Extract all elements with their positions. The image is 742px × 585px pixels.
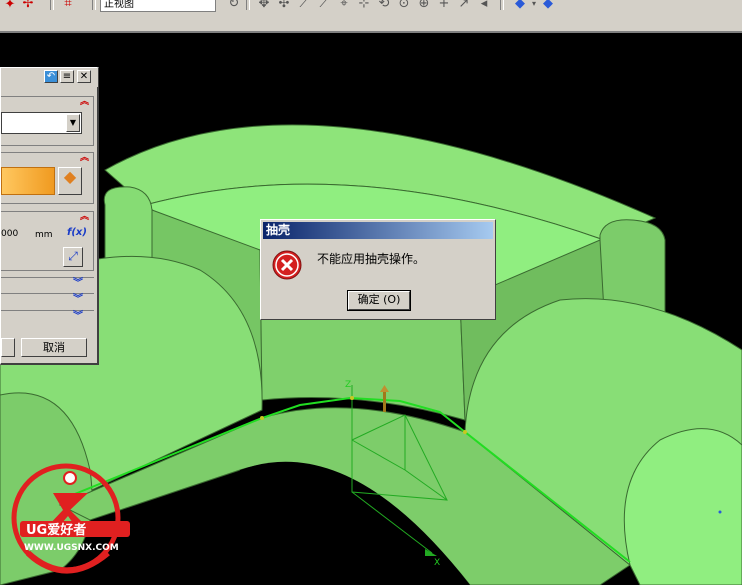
close-icon[interactable]: ✕ xyxy=(77,70,91,83)
z-axis-label: Z xyxy=(345,380,351,390)
watermark-url: WWW.UGSNX.COM xyxy=(24,543,119,553)
chevron-down-icon[interactable]: ▼ xyxy=(66,114,80,132)
ok-label: 确定 (O) xyxy=(348,291,410,310)
collapse-chevron-icon[interactable]: ︽ xyxy=(80,213,89,222)
arrow-icon[interactable]: ↗ xyxy=(456,0,472,12)
wire-cube-icon[interactable]: ◆ xyxy=(540,0,556,12)
shell-feature-panel: ↶ ≡ ✕ ︽ ▼ ︽ ◆ ︽ 000 mm f(x) ⤢ ︾ ︾ ︾ 取消 xyxy=(0,67,99,365)
snap-icon[interactable]: ✥ xyxy=(256,0,272,12)
view-orientation-combo[interactable]: 正视图 xyxy=(100,0,216,12)
rotate-icon[interactable]: ↻ xyxy=(226,0,242,12)
collapsed-section-3[interactable]: ︾ xyxy=(1,310,94,323)
filter-icon[interactable]: ◂ xyxy=(476,0,492,12)
arc-center-icon[interactable]: ⟲ xyxy=(376,0,392,12)
collapsed-section-1[interactable]: ︾ xyxy=(1,277,94,290)
menu-icon[interactable]: ≡ xyxy=(60,70,74,83)
error-message: 不能应用抽壳操作。 xyxy=(317,252,426,266)
ugsnx-watermark-logo: UG爱好者 WWW.UGSNX.COM xyxy=(11,463,130,574)
cancel-button[interactable]: 取消 xyxy=(21,338,87,357)
cube-icon: ◆ xyxy=(63,167,77,186)
select-face-button[interactable]: ◆ xyxy=(58,167,82,195)
error-icon xyxy=(272,250,302,280)
type-group: ︽ ▼ xyxy=(1,96,94,146)
x-axis-label: X xyxy=(434,558,440,568)
thickness-group: ︽ 000 mm f(x) ⤢ xyxy=(1,211,94,271)
main-toolbar: ✦ ✢ ⌗ 正视图 ↻ ✥ ✣ ⟋ ⟋ ⌖ ⊹ ⟲ ⊙ ⊕ + ↗ ◂ ◆ ▾ … xyxy=(0,0,742,33)
point-snap-icon[interactable]: ✣ xyxy=(276,0,292,12)
panel-titlebar: ↶ ≡ ✕ xyxy=(1,68,98,87)
collapse-chevron-icon[interactable]: ︽ xyxy=(80,154,89,163)
expand-chevron-icon[interactable]: ︾ xyxy=(73,279,83,289)
crosshair-icon[interactable]: ✢ xyxy=(20,0,36,12)
collapse-chevron-icon[interactable]: ︽ xyxy=(80,98,89,107)
dialog-title: 抽壳 xyxy=(263,222,493,239)
red-point-icon[interactable]: ✦ xyxy=(2,0,18,13)
ok-button[interactable]: 确定 (O) xyxy=(347,290,411,311)
undo-icon[interactable]: ↶ xyxy=(44,70,58,83)
formula-button[interactable]: f(x) xyxy=(67,227,87,238)
circle-icon[interactable]: ⊙ xyxy=(396,0,412,12)
line-icon[interactable]: ⟋ xyxy=(296,0,312,12)
expand-chevron-icon[interactable]: ︾ xyxy=(73,295,83,305)
intersect-icon[interactable]: ⊕ xyxy=(416,0,432,12)
snap-grid-icon[interactable]: ⌗ xyxy=(60,0,76,12)
arc-icon[interactable]: ⟋ xyxy=(316,0,332,12)
thickness-unit: mm xyxy=(35,230,53,240)
error-dialog: 抽壳 不能应用抽壳操作。 确定 (O) xyxy=(260,219,496,320)
control-point-icon[interactable]: ⌖ xyxy=(336,0,352,12)
collapsed-section-2[interactable]: ︾ xyxy=(1,293,94,306)
plus-icon[interactable]: + xyxy=(436,0,452,12)
reverse-arrow-icon: ⤢ xyxy=(68,249,78,263)
face-select-group: ︽ ◆ xyxy=(1,152,94,204)
tangent-icon[interactable]: ⊹ xyxy=(356,0,372,12)
select-face-highlight[interactable] xyxy=(1,167,55,195)
thickness-value[interactable]: 000 xyxy=(1,229,18,239)
type-dropdown[interactable]: ▼ xyxy=(1,112,82,134)
watermark-brand: UG爱好者 xyxy=(26,522,86,538)
ok-button[interactable] xyxy=(1,338,15,357)
expand-chevron-icon[interactable]: ︾ xyxy=(73,312,83,322)
reverse-direction-button[interactable]: ⤢ xyxy=(63,247,83,267)
